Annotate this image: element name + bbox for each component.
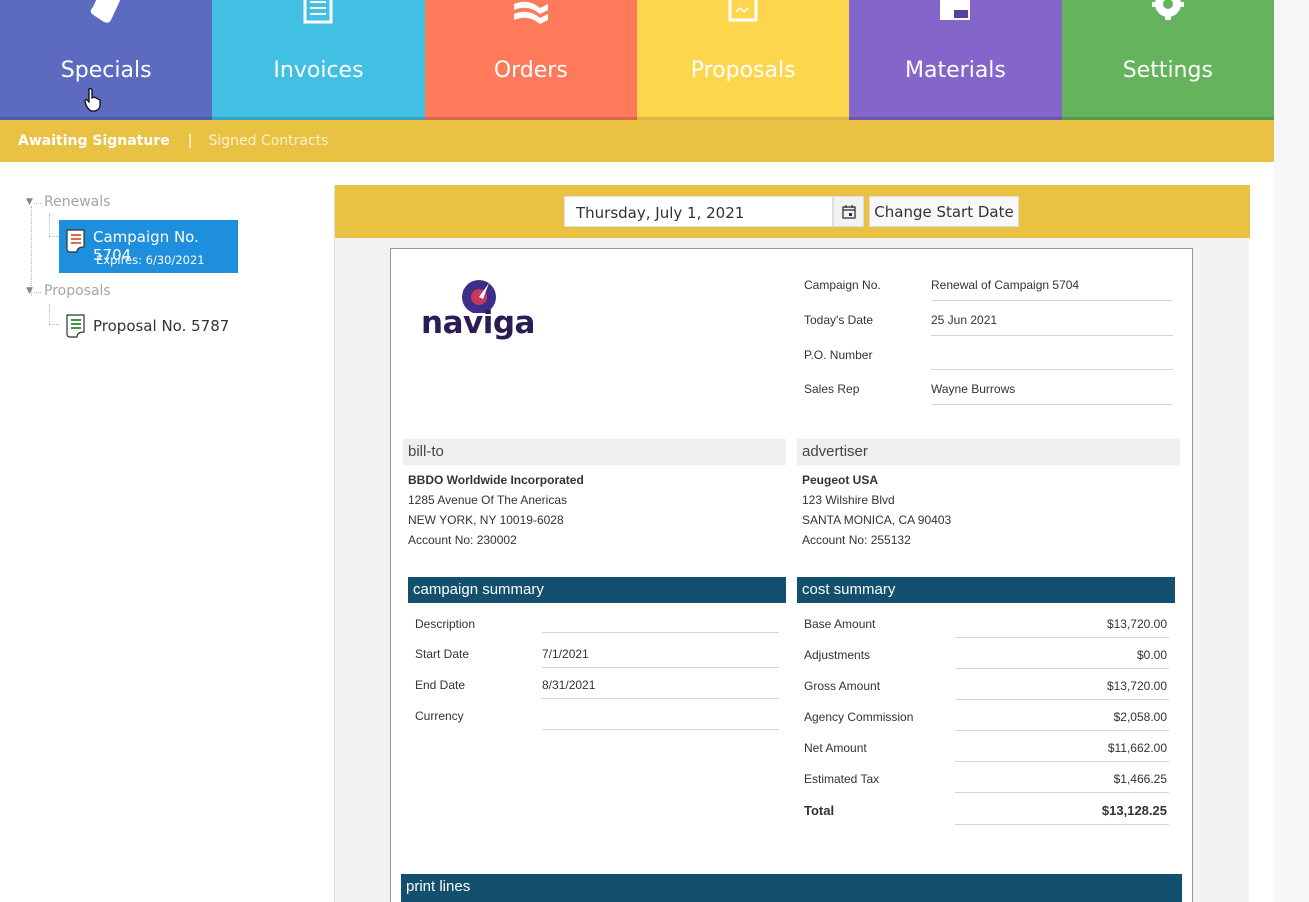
proposals-toggle-icon[interactable]: ▼: [26, 286, 33, 296]
meta-value: 25 Jun 2021: [931, 313, 998, 327]
nav-tile-materials[interactable]: Materials: [849, 0, 1062, 120]
meta-key: Campaign No.: [804, 278, 881, 292]
pointer-hand-icon: [84, 88, 101, 112]
tab-separator: |: [187, 133, 193, 149]
nav-label-proposals: Proposals: [690, 58, 796, 83]
nav-label-specials: Specials: [60, 58, 152, 83]
cost-row: Base Amount $13,720.00: [804, 617, 1174, 648]
sub-nav: Awaiting Signature | Signed Contracts: [0, 120, 1274, 162]
contract-document: naviga Campaign No. Renewal of Campaign …: [390, 248, 1193, 902]
renewals-toggle-icon[interactable]: ▼: [26, 197, 33, 207]
nav-tile-proposals[interactable]: Proposals: [636, 0, 850, 120]
nav-tile-invoices[interactable]: Invoices: [212, 0, 425, 120]
print-lines-heading: print lines: [401, 874, 1182, 902]
meta-row-date: Today's Date 25 Jun 2021: [804, 313, 1174, 348]
meta-value: Wayne Burrows: [931, 382, 1016, 396]
naviga-logo: naviga: [421, 277, 541, 347]
gear-icon: [1151, 0, 1184, 20]
document-tree: ▼ Renewals Campaign No. 5704 Expires: 6/…: [0, 162, 320, 902]
meta-key: Today's Date: [804, 313, 873, 327]
cost-row: Net Amount $11,662.00: [804, 741, 1174, 772]
meta-row-campaign: Campaign No. Renewal of Campaign 5704: [804, 278, 1174, 313]
top-nav: Specials Invoices Orders Proposals Mater…: [0, 0, 1274, 120]
campaign-row: Start Date 7/1/2021: [415, 647, 785, 678]
nav-tile-specials[interactable]: Specials: [0, 0, 213, 120]
meta-row-po: P.O. Number: [804, 348, 1174, 383]
orders-icon: [513, 1, 548, 24]
invoice-icon: [303, 0, 333, 24]
meta-key: P.O. Number: [804, 348, 873, 362]
tree-item-proposal-5787[interactable]: Proposal No. 5787: [59, 310, 259, 340]
document-icon: [66, 314, 85, 338]
tag-icon: [90, 0, 121, 23]
cost-row: Agency Commission $2,058.00: [804, 710, 1174, 741]
nav-label-invoices: Invoices: [273, 58, 364, 83]
bill-to-address: BBDO Worldwide Incorporated 1285 Avenue …: [408, 473, 584, 547]
tree-item-expiry: Expires: 6/30/2021: [96, 253, 205, 267]
advertiser-heading: advertiser: [797, 439, 1180, 465]
right-gutter: [1274, 0, 1309, 902]
change-start-date-button[interactable]: Change Start Date: [869, 196, 1019, 227]
calendar-icon: [842, 205, 856, 219]
tree-group-renewals[interactable]: Renewals: [44, 194, 110, 210]
cost-row: Gross Amount $13,720.00: [804, 679, 1174, 710]
cost-total-row: Total $13,128.25: [804, 803, 1174, 834]
tab-awaiting-signature[interactable]: Awaiting Signature: [18, 133, 170, 149]
tab-signed-contracts[interactable]: Signed Contracts: [208, 133, 328, 149]
campaign-row: Currency: [415, 709, 785, 740]
campaign-row: Description: [415, 617, 785, 648]
meta-value: Renewal of Campaign 5704: [931, 278, 1080, 292]
advertiser-address: Peugeot USA 123 Wilshire Blvd SANTA MONI…: [802, 473, 952, 547]
bill-to-heading: bill-to: [403, 439, 786, 465]
nav-tile-settings[interactable]: Settings: [1061, 0, 1274, 120]
materials-icon: [940, 0, 971, 20]
date-toolbar: Thursday, July 1, 2021 Change Start Date: [335, 185, 1250, 238]
cost-row: Adjustments $0.00: [804, 648, 1174, 679]
meta-key: Sales Rep: [804, 382, 860, 396]
cost-summary-heading: cost summary: [797, 577, 1175, 603]
nav-label-settings: Settings: [1122, 58, 1213, 83]
meta-row-sales-rep: Sales Rep Wayne Burrows: [804, 382, 1174, 417]
cost-row: Estimated Tax $1,466.25: [804, 772, 1174, 803]
calendar-button[interactable]: [833, 196, 864, 227]
campaign-row: End Date 8/31/2021: [415, 678, 785, 709]
document-icon: [66, 229, 85, 253]
tree-item-campaign-5704[interactable]: Campaign No. 5704 Expires: 6/30/2021: [59, 220, 238, 273]
start-date-input[interactable]: Thursday, July 1, 2021: [564, 196, 833, 227]
tree-group-proposals[interactable]: Proposals: [44, 283, 111, 299]
nav-label-materials: Materials: [905, 58, 1006, 83]
nav-tile-orders[interactable]: Orders: [424, 0, 637, 120]
tree-item-title: Proposal No. 5787: [93, 317, 230, 335]
proposal-icon: [728, 0, 758, 22]
nav-label-orders: Orders: [493, 58, 568, 83]
campaign-summary-heading: campaign summary: [408, 577, 786, 603]
